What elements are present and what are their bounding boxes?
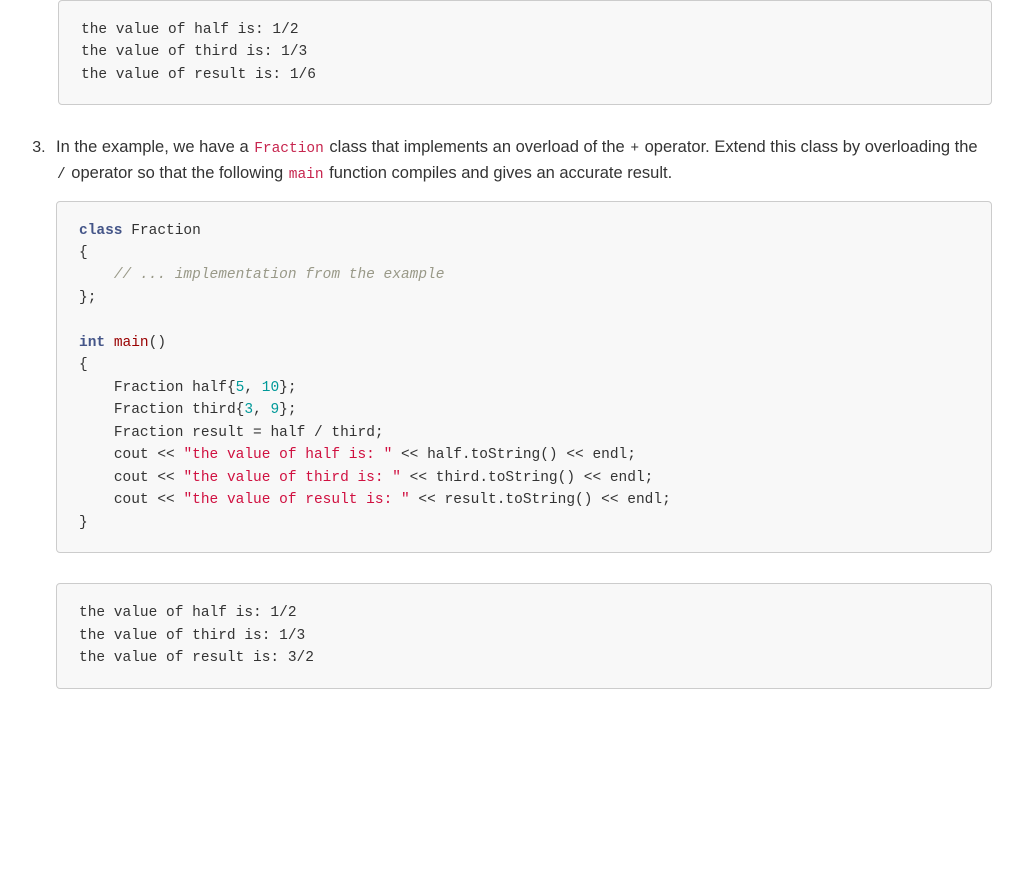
output-line: the value of half is: 1/2 xyxy=(81,22,299,38)
brace: { xyxy=(227,380,236,396)
id-half: half xyxy=(427,447,462,463)
id-cout: cout xyxy=(114,492,149,508)
dot: . xyxy=(479,470,488,486)
op: = xyxy=(244,425,270,441)
code-inline-main: main xyxy=(288,167,325,183)
num: 10 xyxy=(262,380,279,396)
code-inline-slash: / xyxy=(56,167,67,183)
id-endl: endl xyxy=(610,470,645,486)
id-cout: cout xyxy=(114,447,149,463)
id-third: third xyxy=(192,402,236,418)
id-third: third xyxy=(436,470,480,486)
num: 3 xyxy=(244,402,253,418)
output-block-2: the value of half is: 1/2 the value of t… xyxy=(56,583,992,688)
fn-tostring: toString xyxy=(505,492,575,508)
kw-class: class xyxy=(79,223,123,239)
str: "the value of third is: " xyxy=(183,470,401,486)
call: () xyxy=(575,492,592,508)
brace: }; xyxy=(279,380,296,396)
comma: , xyxy=(253,402,270,418)
call: () xyxy=(540,447,557,463)
text: operator. Extend this class by overloadi… xyxy=(640,138,978,156)
exercise-item-3: In the example, we have a Fraction class… xyxy=(50,135,992,688)
op: << xyxy=(149,470,184,486)
num: 9 xyxy=(270,402,279,418)
semi: ; xyxy=(375,425,384,441)
op: << xyxy=(149,447,184,463)
fn-tostring: toString xyxy=(488,470,558,486)
op: << xyxy=(410,492,445,508)
text: class that implements an overload of the xyxy=(325,138,630,156)
str: "the value of result is: " xyxy=(183,492,409,508)
code-block-main: class Fraction { // ... implementation f… xyxy=(56,201,992,554)
exercise-paragraph: In the example, we have a Fraction class… xyxy=(56,138,978,182)
id-result: result xyxy=(445,492,497,508)
semi: ; xyxy=(627,447,636,463)
output-block-1: the value of half is: 1/2 the value of t… xyxy=(58,0,992,105)
op: << xyxy=(592,492,627,508)
output-line: the value of result is: 1/6 xyxy=(81,67,316,83)
id-result: result xyxy=(192,425,244,441)
semi: ; xyxy=(662,492,671,508)
id-third: third xyxy=(331,425,375,441)
exercise-list: In the example, we have a Fraction class… xyxy=(32,135,992,688)
semi: ; xyxy=(645,470,654,486)
output-line: the value of result is: 3/2 xyxy=(79,650,314,666)
brace: }; xyxy=(79,290,96,306)
output-line: the value of half is: 1/2 xyxy=(79,605,297,621)
text: operator so that the following xyxy=(67,164,288,182)
op: << xyxy=(558,447,593,463)
op: / xyxy=(305,425,331,441)
id-fraction: Fraction xyxy=(114,402,184,418)
brace: { xyxy=(79,245,88,261)
str: "the value of half is: " xyxy=(183,447,392,463)
code-inline-fraction: Fraction xyxy=(253,141,325,157)
id-half: half xyxy=(270,425,305,441)
text: In the example, we have a xyxy=(56,138,253,156)
fn-tostring: toString xyxy=(471,447,541,463)
id-fraction: Fraction xyxy=(131,223,201,239)
brace: } xyxy=(79,515,88,531)
comma: , xyxy=(244,380,261,396)
id-cout: cout xyxy=(114,470,149,486)
text: function compiles and gives an accurate … xyxy=(325,164,673,182)
id-half: half xyxy=(192,380,227,396)
code-inline-plus: + xyxy=(629,141,640,157)
id-endl: endl xyxy=(627,492,662,508)
id-endl: endl xyxy=(592,447,627,463)
kw-int: int xyxy=(79,335,105,351)
dot: . xyxy=(462,447,471,463)
output-line: the value of third is: 1/3 xyxy=(79,628,305,644)
op: << xyxy=(401,470,436,486)
call: () xyxy=(558,470,575,486)
op: << xyxy=(149,492,184,508)
op: << xyxy=(575,470,610,486)
brace: { xyxy=(79,357,88,373)
fn-main: main xyxy=(114,335,149,351)
op: << xyxy=(392,447,427,463)
id-fraction: Fraction xyxy=(114,425,184,441)
comment: // ... implementation from the example xyxy=(114,267,445,283)
parens: () xyxy=(149,335,166,351)
id-fraction: Fraction xyxy=(114,380,184,396)
brace: }; xyxy=(279,402,296,418)
output-line: the value of third is: 1/3 xyxy=(81,44,307,60)
